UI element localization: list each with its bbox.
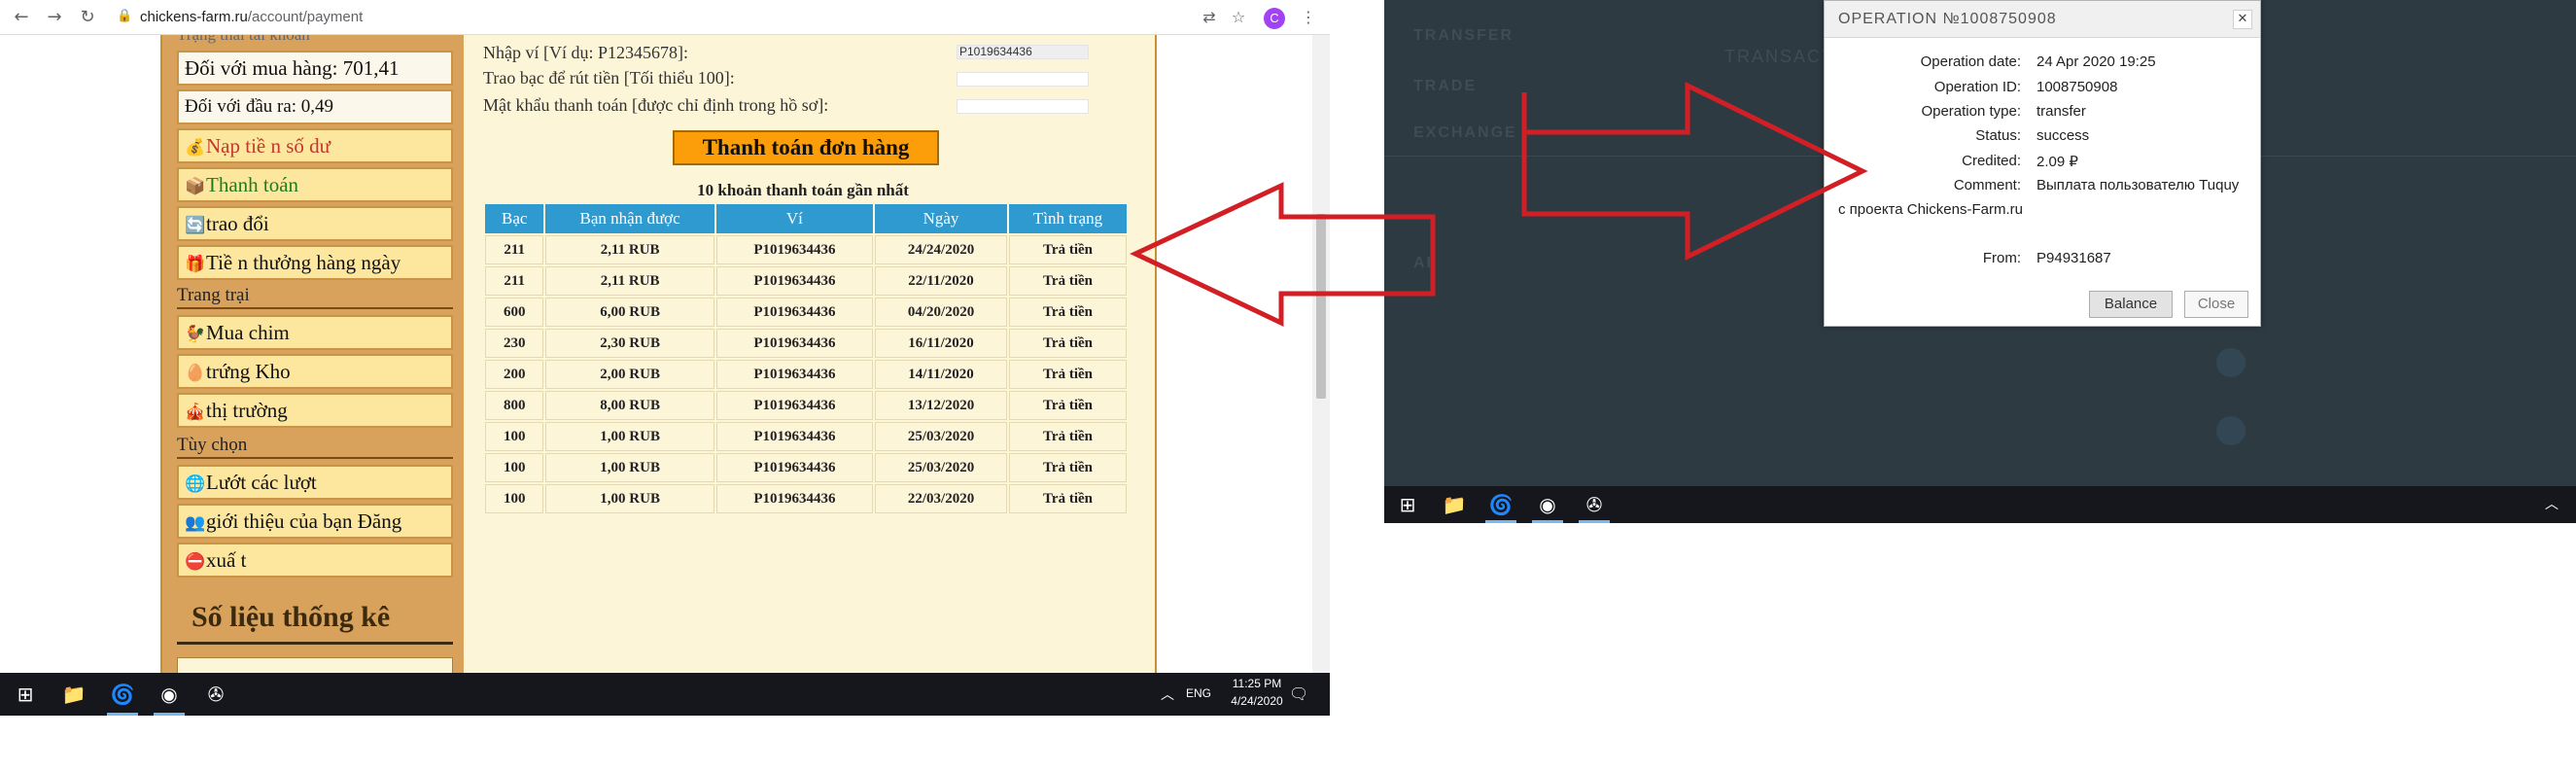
left-pointing-arrow bbox=[1130, 182, 1436, 327]
right-pointing-arrow bbox=[1521, 81, 1868, 262]
annotation-arrows bbox=[1130, 81, 1868, 327]
